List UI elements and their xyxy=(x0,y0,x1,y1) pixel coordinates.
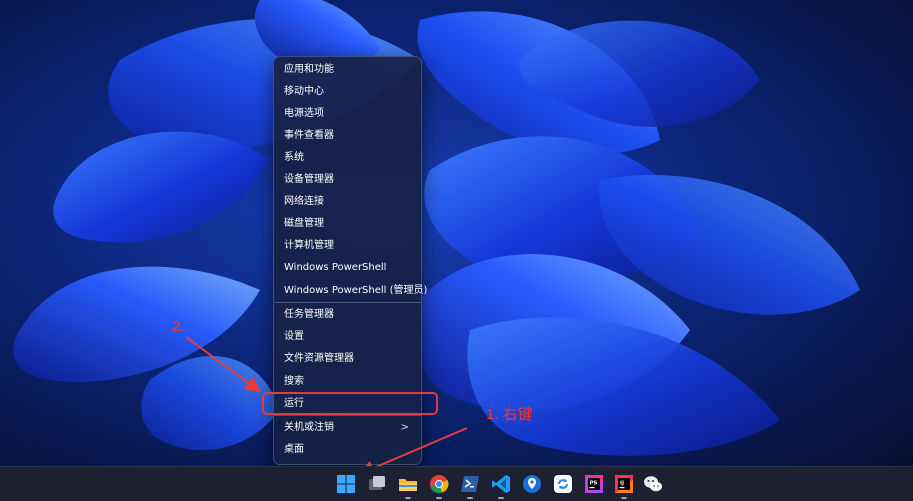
running-indicator xyxy=(467,497,473,499)
file-explorer-button[interactable] xyxy=(396,472,420,499)
menu-item-task-manager[interactable]: 任务管理器 xyxy=(274,304,421,326)
svg-text:PS: PS xyxy=(590,481,598,487)
menu-item-settings[interactable]: 设置 xyxy=(274,326,421,348)
wechat-button[interactable] xyxy=(641,472,665,496)
maps-button[interactable] xyxy=(520,472,544,496)
start-button[interactable] xyxy=(334,472,358,496)
menu-item-powershell[interactable]: Windows PowerShell xyxy=(274,257,421,279)
map-pin-icon xyxy=(523,475,541,493)
menu-item-disk-management[interactable]: 磁盘管理 xyxy=(274,213,421,235)
folder-icon xyxy=(399,479,417,491)
annotation-step-1: 1. 右键 xyxy=(486,406,533,423)
menu-item-event-viewer[interactable]: 事件查看器 xyxy=(274,125,421,147)
menu-item-power-options[interactable]: 电源选项 xyxy=(274,103,421,125)
phpstorm-button[interactable]: PS xyxy=(582,472,606,496)
task-view-icon xyxy=(369,476,385,490)
chevron-right-icon: > xyxy=(400,422,409,433)
vscode-icon xyxy=(492,475,510,493)
sync-app-button[interactable] xyxy=(551,472,575,496)
menu-item-computer-mgmt[interactable]: 计算机管理 xyxy=(274,235,421,257)
menu-item-system[interactable]: 系统 xyxy=(274,147,421,169)
menu-separator xyxy=(274,415,421,416)
svg-text:IJ: IJ xyxy=(620,481,624,487)
menu-item-device-manager[interactable]: 设备管理器 xyxy=(274,169,421,191)
menu-item-desktop[interactable]: 桌面 xyxy=(274,439,421,461)
powershell-icon xyxy=(461,476,479,492)
task-view-button[interactable] xyxy=(365,472,389,496)
chrome-button[interactable] xyxy=(427,472,451,499)
chrome-icon xyxy=(430,475,449,494)
running-indicator xyxy=(405,497,411,499)
windows-logo-icon xyxy=(337,475,355,493)
phpstorm-icon: PS xyxy=(585,475,603,493)
menu-item-network[interactable]: 网络连接 xyxy=(274,191,421,213)
menu-item-file-explorer[interactable]: 文件资源管理器 xyxy=(274,348,421,370)
powershell-button[interactable] xyxy=(458,472,482,499)
vscode-button[interactable] xyxy=(489,472,513,499)
menu-separator xyxy=(274,302,421,303)
running-indicator xyxy=(436,497,442,499)
intellij-icon: IJ xyxy=(615,475,633,493)
sync-icon xyxy=(554,475,572,493)
menu-item-mobility-center[interactable]: 移动中心 xyxy=(274,81,421,103)
running-indicator xyxy=(498,497,504,499)
menu-item-search[interactable]: 搜索 xyxy=(274,371,421,393)
taskbar: PS IJ xyxy=(0,466,913,501)
running-indicator xyxy=(621,497,627,499)
annotation-step-2: 2. xyxy=(172,318,185,335)
run-highlight-box xyxy=(262,392,438,415)
intellij-button[interactable]: IJ xyxy=(612,472,636,499)
menu-item-shutdown[interactable]: 关机或注销 > xyxy=(274,417,421,439)
wechat-icon xyxy=(644,476,662,492)
menu-item-shutdown-label: 关机或注销 xyxy=(284,422,334,433)
menu-item-powershell-admin[interactable]: Windows PowerShell (管理员) xyxy=(274,280,427,302)
menu-item-apps-features[interactable]: 应用和功能 xyxy=(274,59,421,81)
desktop-wallpaper xyxy=(0,0,913,466)
